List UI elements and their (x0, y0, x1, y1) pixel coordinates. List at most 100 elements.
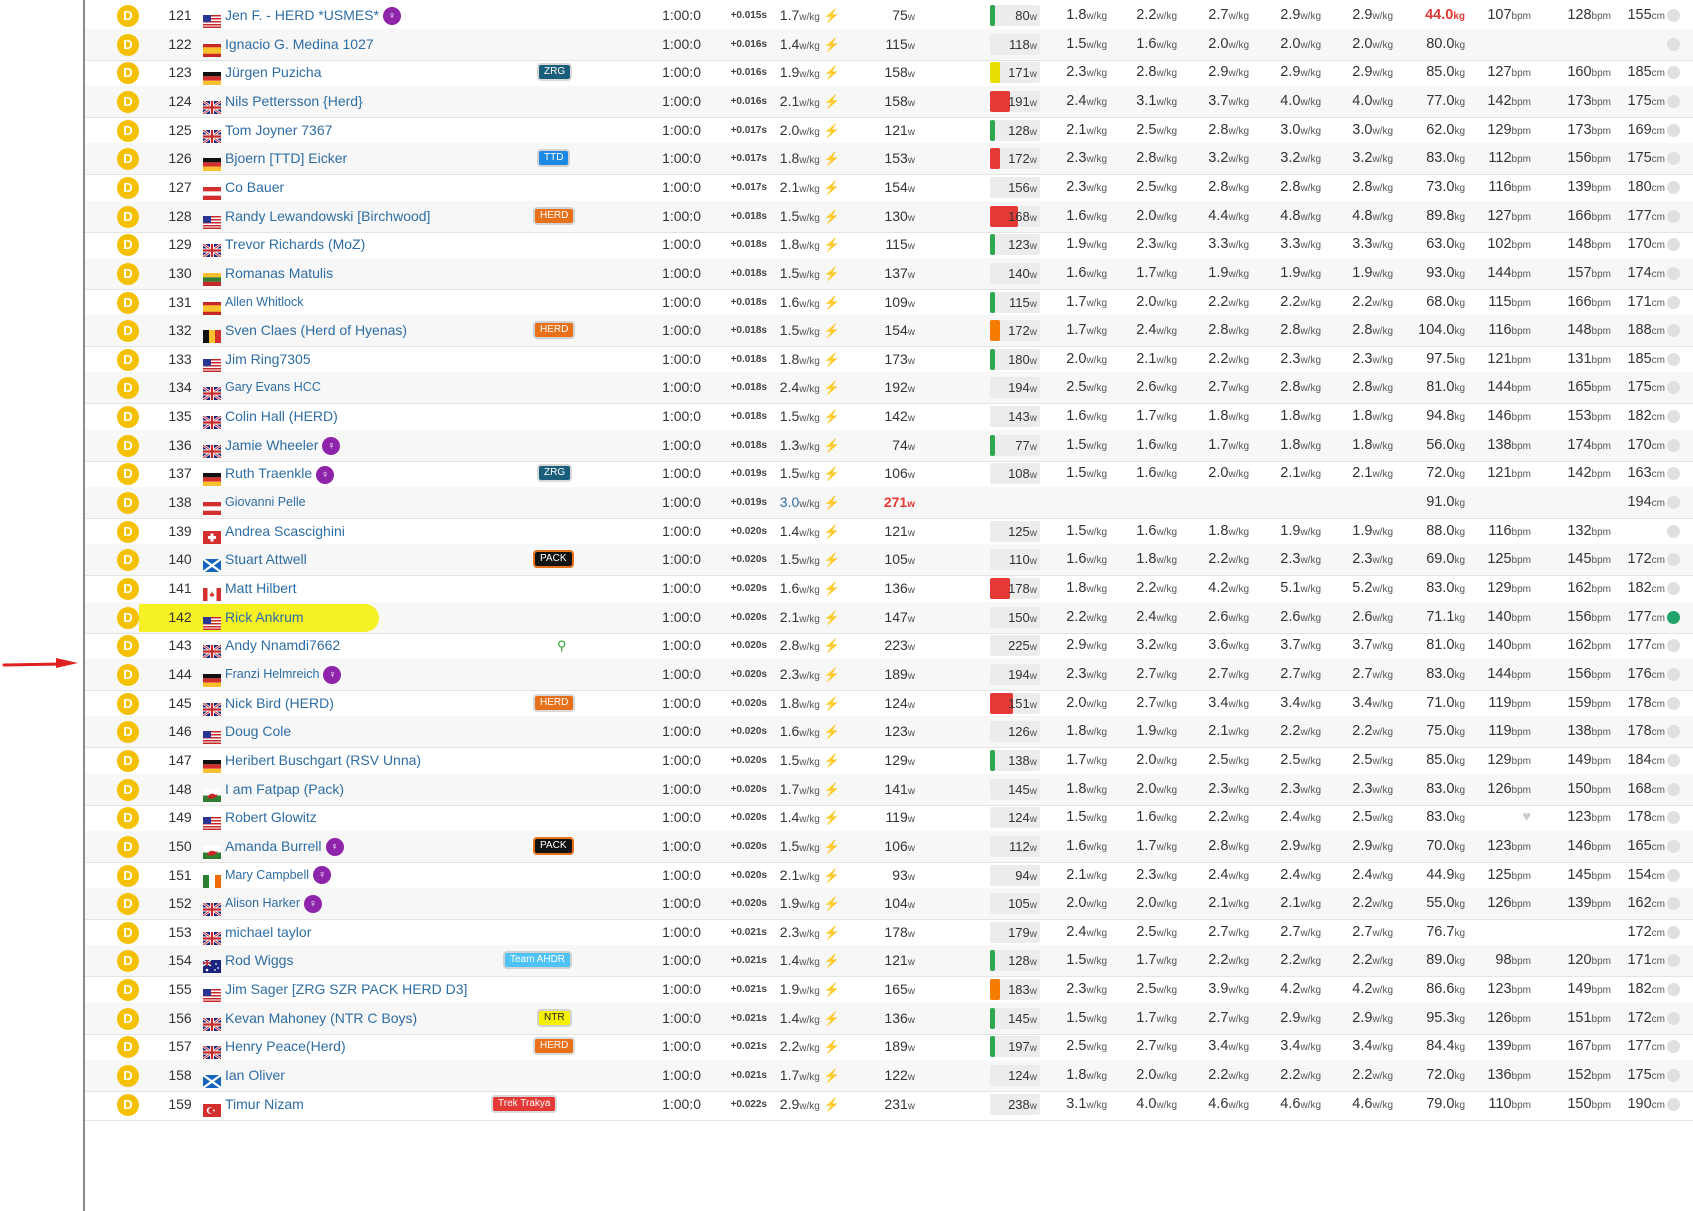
team-badge[interactable]: HERD (532, 1037, 576, 1056)
clock-icon[interactable] (1667, 94, 1680, 108)
table-row[interactable]: D 134 Gary Evans HCC 1:00:0 +0.018s 2.4w/kg ⚡ 1… (85, 372, 1693, 405)
rider-name-link[interactable]: Ian Oliver (225, 1060, 285, 1091)
table-row[interactable]: D 151 Mary Campbell ♀ 1:00:0 +0.020s 2.1w/kg ⚡ 9… (85, 860, 1693, 892)
clock-icon[interactable] (1667, 37, 1680, 51)
table-row[interactable]: D 144 Franzi Helmreich ♀ 1:00:0 +0.020s 2.3w/k… (85, 658, 1693, 691)
clock-icon[interactable] (1667, 467, 1680, 481)
clock-icon[interactable] (1667, 1040, 1680, 1054)
table-row[interactable]: D 121 Jen F. - HERD *USMES* ♀ 1:00:0 +0.015s 1… (85, 0, 1693, 32)
clock-icon[interactable] (1667, 123, 1680, 137)
rider-name-link[interactable]: Andrea Scascighini (225, 516, 345, 547)
table-row[interactable]: D 123 Jürgen Puzicha ZRG 1:00:0 +0.016s 1.9w/k… (85, 57, 1693, 90)
rider-name-link[interactable]: Nick Bird (HERD) (225, 688, 334, 719)
clock-icon[interactable] (1667, 753, 1680, 767)
rider-name-link[interactable]: Matt Hilbert (225, 573, 297, 604)
table-row[interactable]: D 155 Jim Sager [ZRG SZR PACK HERD D3] 1:00… (85, 974, 1693, 1007)
clock-icon[interactable] (1667, 524, 1680, 538)
clock-icon[interactable] (1667, 782, 1680, 796)
rider-name-link[interactable]: Franzi Helmreich ♀ (225, 659, 342, 690)
table-row[interactable]: D 157 Henry Peace(Herd) HERD 1:00:0 +0.021s 2.… (85, 1031, 1693, 1064)
rider-name-link[interactable]: Rod Wiggs (225, 945, 293, 976)
table-row[interactable]: D 142 Rick Ankrum 1:00:0 +0.020s 2.1w/kg ⚡ 147w… (85, 601, 1693, 634)
rider-name-link[interactable]: Kevan Mahoney (NTR C Boys) (225, 1003, 417, 1034)
clock-icon[interactable] (1667, 496, 1680, 510)
clock-icon[interactable] (1667, 839, 1680, 853)
clock-icon[interactable] (1667, 381, 1680, 395)
clock-icon[interactable] (1667, 610, 1680, 624)
team-badge[interactable]: ZRG (536, 63, 573, 82)
clock-icon[interactable] (1667, 1097, 1680, 1111)
rider-name-link[interactable]: Robert Glowitz (225, 802, 317, 833)
rider-name-link[interactable]: Romanas Matulis (225, 258, 333, 289)
clock-icon[interactable] (1667, 811, 1680, 825)
table-row[interactable]: D 130 Romanas Matulis 1:00:0 +0.018s 1.5w/kg ⚡… (85, 257, 1693, 290)
table-row[interactable]: D 139 Andrea Scascighini 1:00:0 +0.020s 1.4w/… (85, 516, 1693, 548)
rider-name-link[interactable]: Henry Peace(Herd) (225, 1031, 346, 1062)
rider-name-link[interactable]: Mary Campbell ♀ (225, 860, 332, 891)
clock-icon[interactable] (1667, 238, 1680, 252)
rider-name-link[interactable]: Amanda Burrell ♀ (225, 831, 344, 862)
team-badge[interactable]: PACK (533, 836, 574, 855)
rider-name-link[interactable]: Gary Evans HCC (225, 372, 321, 403)
table-row[interactable]: D 143 Andy Nnamdi7662 ⚲ 1:00:0 +0.020s 2.8w/kg… (85, 630, 1693, 663)
table-row[interactable]: D 137 Ruth Traenkle ♀ ZRG 1:00:0 +0.019s 1.5w/k… (85, 458, 1693, 491)
rider-name-link[interactable]: Alison Harker ♀ (225, 888, 323, 919)
table-row[interactable]: D 138 Giovanni Pelle 1:00:0 +0.019s 3.0w/kg ⚡ 2… (85, 487, 1693, 520)
clock-icon[interactable] (1667, 696, 1680, 710)
clock-icon[interactable] (1667, 295, 1680, 309)
rider-name-link[interactable]: Colin Hall (HERD) (225, 401, 338, 432)
table-row[interactable]: D 132 Sven Claes (Herd of Hyenas) HERD 1:00:… (85, 315, 1693, 348)
clock-icon[interactable] (1667, 438, 1680, 452)
rider-name-link[interactable]: michael taylor (225, 917, 311, 948)
rider-name-link[interactable]: Co Bauer (225, 172, 284, 203)
rider-name-link[interactable]: Sven Claes (Herd of Hyenas) (225, 315, 407, 346)
rider-name-link[interactable]: Heribert Buschgart (RSV Unna) (225, 745, 421, 776)
table-row[interactable]: D 159 Timur Nizam Trek Trakya 1:00:0 +0.022s 2… (85, 1089, 1693, 1121)
table-row[interactable]: D 146 Doug Cole 1:00:0 +0.020s 1.6w/kg ⚡ 123w 12… (85, 716, 1693, 749)
table-row[interactable]: D 136 Jamie Wheeler ♀ 1:00:0 +0.018s 1.3w/kg ⚡ 7… (85, 429, 1693, 462)
team-badge[interactable]: NTR (537, 1008, 572, 1027)
clock-icon[interactable] (1667, 725, 1680, 739)
clock-icon[interactable] (1667, 925, 1680, 939)
rider-name-link[interactable]: Giovanni Pelle (225, 487, 306, 518)
table-row[interactable]: D 147 Heribert Buschgart (RSV Unna) 1:00:0 +… (85, 745, 1693, 777)
table-row[interactable]: D 152 Alison Harker ♀ 1:00:0 +0.020s 1.9w/kg ⚡ 1… (85, 888, 1693, 921)
table-row[interactable]: D 148 I am Fatpap (Pack) 1:00:0 +0.020s 1.7w/… (85, 773, 1693, 806)
clock-icon[interactable] (1667, 180, 1680, 194)
rider-name-link[interactable]: Tom Joyner 7367 (225, 115, 332, 146)
team-badge[interactable]: Team AHDR (502, 951, 573, 970)
team-badge[interactable]: TTD (536, 149, 571, 168)
table-row[interactable]: D 149 Robert Glowitz 1:00:0 +0.020s 1.4w/kg ⚡ 1… (85, 802, 1693, 835)
clock-icon[interactable] (1667, 1011, 1680, 1025)
clock-icon[interactable] (1667, 897, 1680, 911)
table-row[interactable]: D 127 Co Bauer 1:00:0 +0.017s 2.1w/kg ⚡ 154w 156… (85, 172, 1693, 204)
clock-icon[interactable] (1667, 324, 1680, 338)
table-row[interactable]: D 156 Kevan Mahoney (NTR C Boys) NTR 1:00:0 +… (85, 1002, 1693, 1035)
table-row[interactable]: D 122 Ignacio G. Medina 1027 1:00:0 +0.016s 1… (85, 28, 1693, 61)
rider-name-link[interactable]: Allen Whitlock (225, 287, 304, 318)
table-row[interactable]: D 129 Trevor Richards (MoZ) 1:00:0 +0.018s 1.… (85, 229, 1693, 262)
clock-icon[interactable] (1667, 410, 1680, 424)
table-row[interactable]: D 128 Randy Lewandowski [Birchwood] HERD 1:0… (85, 200, 1693, 233)
rider-name-link[interactable]: Jim Sager [ZRG SZR PACK HERD D3] (225, 974, 467, 1005)
clock-icon[interactable] (1667, 66, 1680, 80)
team-badge[interactable]: HERD (532, 321, 576, 340)
rider-name-link[interactable]: Jim Ring7305 (225, 344, 311, 375)
table-row[interactable]: D 154 Rod Wiggs Team AHDR 1:00:0 +0.021s 1.4w/… (85, 945, 1693, 978)
table-row[interactable]: D 150 Amanda Burrell ♀ PACK 1:00:0 +0.020s 1.5w… (85, 830, 1693, 863)
team-badge[interactable]: HERD (532, 206, 576, 225)
rider-name-link[interactable]: Jamie Wheeler ♀ (225, 430, 341, 461)
table-row[interactable]: D 124 Nils Pettersson {Herd} 1:00:0 +0.016s 2… (85, 85, 1693, 118)
clock-icon[interactable] (1667, 868, 1680, 882)
team-badge[interactable]: Trek Trakya (490, 1094, 558, 1113)
clock-icon[interactable] (1667, 352, 1680, 366)
table-row[interactable]: D 126 Bjoern [TTD] Eicker TTD 1:00:0 +0.017s 1… (85, 143, 1693, 176)
clock-icon[interactable] (1667, 954, 1680, 968)
rider-name-link[interactable]: Stuart Attwell (225, 544, 307, 575)
clock-icon[interactable] (1667, 983, 1680, 997)
rider-name-link[interactable]: Ignacio G. Medina 1027 (225, 29, 374, 60)
team-badge[interactable]: ZRG (536, 464, 573, 483)
clock-icon[interactable] (1667, 266, 1680, 280)
rider-name-link[interactable]: Ruth Traenkle ♀ (225, 458, 335, 489)
clock-icon[interactable] (1667, 553, 1680, 567)
